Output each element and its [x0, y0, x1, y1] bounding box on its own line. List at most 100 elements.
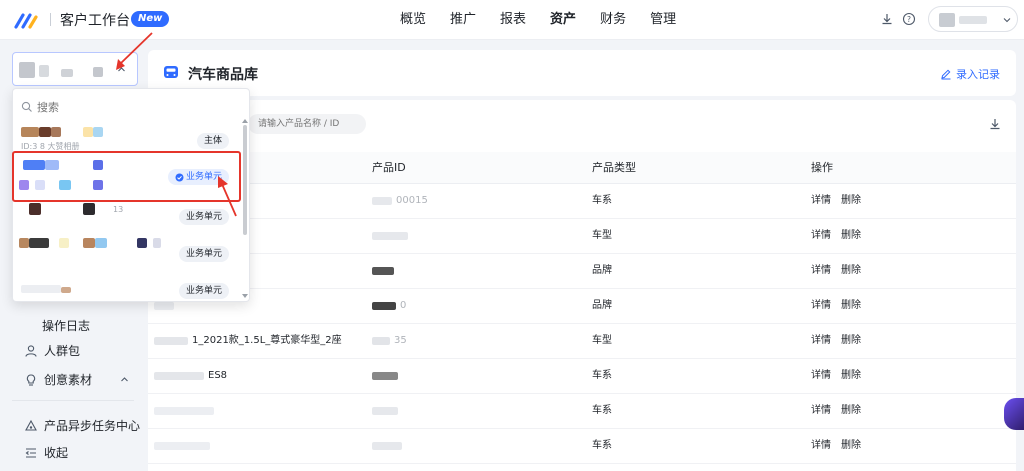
top-bar: 客户工作台 New 概览 推广 报表 资产 财务 管理 ? [0, 0, 1024, 40]
sidebar-collapse[interactable]: 收起 [24, 444, 68, 461]
nav-assets[interactable]: 资产 [550, 0, 576, 40]
type-tag-label: 业务单元 [185, 172, 222, 182]
delete-link[interactable]: 删除 [841, 300, 861, 311]
nav-finance[interactable]: 财务 [600, 0, 626, 40]
detail-link[interactable]: 详情 [811, 370, 831, 381]
cell-actions: 详情 删除 [811, 219, 871, 253]
logo-icon[interactable] [14, 11, 40, 29]
cell-actions: 详情 删除 [811, 359, 871, 393]
detail-link[interactable]: 详情 [811, 300, 831, 311]
search-icon [21, 101, 32, 112]
dropdown-item-selected[interactable]: 业务单元 [13, 156, 241, 194]
sidebar-item-label: 人群包 [44, 344, 81, 358]
product-search-input[interactable] [248, 114, 366, 134]
check-circle-icon [175, 173, 184, 181]
redacted-name [154, 302, 174, 310]
avatar [939, 13, 955, 27]
delete-link[interactable]: 删除 [841, 230, 861, 241]
sidebar-item-async-tasks[interactable]: 产品异步任务中心 [24, 417, 140, 434]
nav-management[interactable]: 管理 [650, 0, 676, 40]
cell-product-type: 车系 [592, 405, 612, 416]
cell-product-type: 车系 [592, 370, 612, 381]
scroll-down-icon[interactable] [242, 294, 248, 298]
account-selector[interactable] [12, 52, 138, 86]
delete-link[interactable]: 删除 [841, 370, 861, 381]
account-menu[interactable] [928, 6, 1018, 32]
redacted-name [154, 337, 188, 345]
dropdown-item[interactable]: 业务单元 [13, 232, 241, 270]
download-icon[interactable] [880, 12, 894, 26]
account-dropdown: ID:3 8 大赞相册 主体 业务单元 13 业务单元 [12, 88, 250, 302]
detail-link[interactable]: 详情 [811, 265, 831, 276]
detail-link[interactable]: 详情 [811, 230, 831, 241]
car-icon [164, 66, 178, 78]
dropdown-item[interactable]: 业务单元 [13, 267, 241, 301]
type-tag: 业务单元 [178, 283, 229, 299]
cell-actions: 详情 删除 [811, 429, 871, 463]
table-row: 车型 详情 删除 [148, 219, 1016, 254]
type-tag: 业务单元 [178, 246, 229, 262]
cell-actions: 详情 删除 [811, 394, 871, 428]
cell-product-type: 车系 [592, 195, 612, 206]
cell-product-type: 品牌 [592, 265, 612, 276]
detail-link[interactable]: 详情 [811, 440, 831, 451]
sidebar-item-operation-log[interactable]: 操作日志 [42, 317, 90, 334]
page-header-card: 汽车商品库 录入记录 [148, 50, 1016, 96]
download-icon[interactable] [988, 117, 1002, 131]
help-icon[interactable]: ? [902, 12, 916, 26]
import-record-link[interactable]: 录入记录 [940, 66, 1000, 82]
type-tag: 业务单元 [178, 209, 229, 225]
main-nav: 概览 推广 报表 资产 财务 管理 [400, 0, 700, 40]
svg-text:?: ? [907, 15, 911, 24]
dropdown-search-input[interactable] [37, 100, 217, 114]
account-redacted [19, 62, 35, 78]
dropdown-item-subtitle: 13 [113, 205, 124, 214]
chevron-down-icon [1003, 18, 1011, 23]
redacted-id [372, 302, 396, 310]
table-row: 车系 详情 删除 [148, 429, 1016, 464]
detail-link[interactable]: 详情 [811, 335, 831, 346]
account-redacted [93, 67, 103, 77]
logo-separator [50, 13, 51, 26]
delete-link[interactable]: 删除 [841, 405, 861, 416]
redacted-id [372, 442, 402, 450]
assistant-float-button[interactable] [1004, 398, 1024, 430]
dropdown-search[interactable] [21, 95, 241, 119]
sidebar-item-label: 收起 [44, 446, 69, 460]
sidebar-item-audience[interactable]: 人群包 [24, 342, 80, 359]
detail-link[interactable]: 详情 [811, 195, 831, 206]
column-header: 产品类型 [592, 161, 636, 174]
dropdown-item[interactable]: 13 业务单元 [13, 197, 241, 235]
redacted-id [372, 197, 392, 205]
cell-product-type: 车型 [592, 335, 612, 346]
column-header: 产品ID [372, 161, 406, 174]
dropdown-item-subtitle: ID:3 8 大赞相册 [21, 142, 80, 151]
nav-reports[interactable]: 报表 [500, 0, 526, 40]
product-search[interactable] [248, 114, 366, 134]
cell-product-id: 35 [394, 335, 407, 346]
delete-link[interactable]: 删除 [841, 440, 861, 451]
delete-link[interactable]: 删除 [841, 265, 861, 276]
bulb-icon [26, 373, 36, 386]
nav-promotion[interactable]: 推广 [450, 0, 476, 40]
dropdown-item[interactable]: ID:3 8 大赞相册 主体 [13, 121, 241, 159]
cell-actions: 详情 删除 [811, 324, 871, 358]
sidebar-item-label: 操作日志 [42, 319, 91, 333]
sidebar-item-creative[interactable]: 创意素材 [24, 371, 129, 388]
chevron-up-icon [121, 377, 128, 382]
user-icon [25, 344, 37, 357]
table-row: 品牌 详情 删除 [148, 254, 1016, 289]
table-row: ES8 车系 详情 删除 [148, 359, 1016, 394]
redacted-id [372, 372, 398, 380]
cell-product-name: 1_2021款_1.5L_尊式豪华型_2座 [192, 335, 342, 346]
column-header: 操作 [811, 161, 833, 174]
cell-product-type: 车型 [592, 230, 612, 241]
scroll-up-icon[interactable] [242, 119, 248, 123]
nav-overview[interactable]: 概览 [400, 0, 426, 40]
detail-link[interactable]: 详情 [811, 405, 831, 416]
dropdown-scrollbar[interactable] [243, 125, 247, 235]
delete-link[interactable]: 删除 [841, 335, 861, 346]
delete-link[interactable]: 删除 [841, 195, 861, 206]
cell-actions: 详情 删除 [811, 254, 871, 288]
table-row: 0 品牌 详情 删除 [148, 289, 1016, 324]
